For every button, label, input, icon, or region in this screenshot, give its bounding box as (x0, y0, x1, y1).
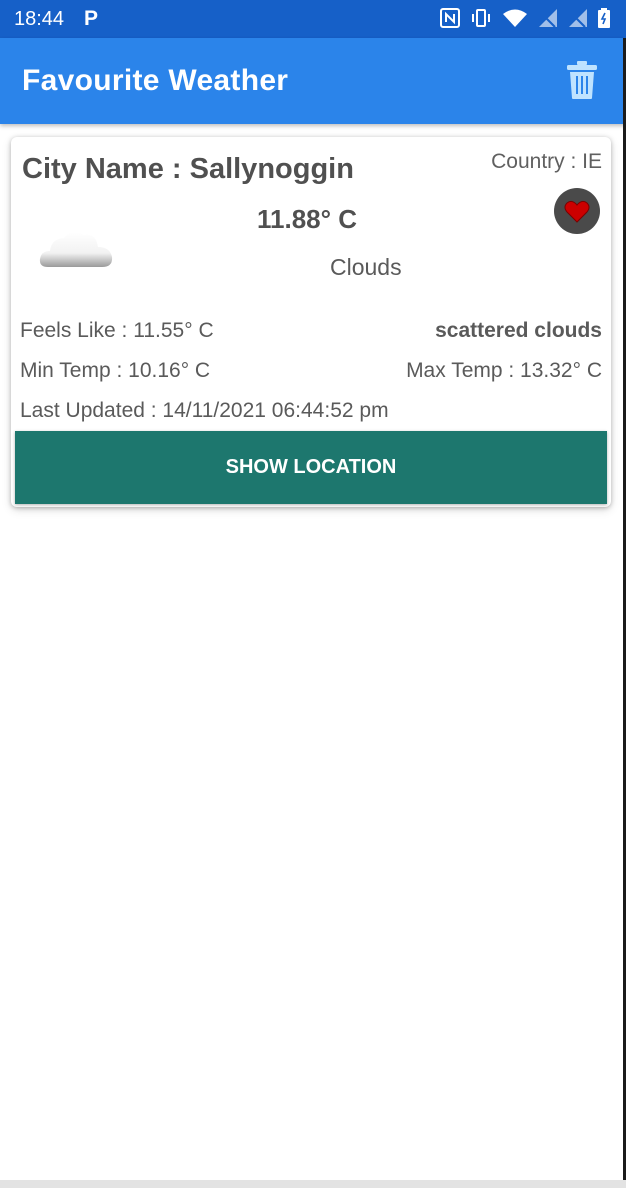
weather-condition: Clouds (330, 254, 402, 280)
parking-notification-icon: P (84, 7, 99, 30)
min-temp: Min Temp : 10.16° C (20, 359, 211, 382)
status-bar: 18:44 P (0, 0, 626, 38)
battery-icon (598, 8, 610, 28)
favourite-button[interactable] (554, 188, 600, 234)
status-time: 18:44 (14, 8, 65, 30)
favourite-weather-card: City Name : Sallynoggin Country : IE 11.… (11, 137, 611, 507)
delete-all-button[interactable] (566, 60, 598, 100)
signal-icon (539, 9, 557, 28)
max-temp: Max Temp : 13.32° C (406, 359, 602, 382)
bottom-edge (0, 1180, 626, 1188)
temperature: 11.88° C (257, 204, 358, 234)
city-name: City Name : Sallynoggin (22, 153, 354, 185)
app-bar: Favourite Weather (0, 38, 626, 124)
country-label: Country : IE (491, 150, 602, 173)
last-updated: Last Updated : 14/11/2021 06:44:52 pm (20, 399, 389, 422)
trash-icon (567, 61, 597, 99)
nfc-icon (440, 8, 460, 28)
app-title: Favourite Weather (22, 64, 289, 97)
heart-icon (564, 200, 590, 223)
cloud-icon (39, 232, 113, 267)
weather-description: scattered clouds (435, 319, 602, 342)
status-icons (440, 8, 610, 28)
show-location-button[interactable]: SHOW LOCATION (15, 431, 607, 504)
vibrate-icon (472, 9, 490, 27)
signal-icon (569, 9, 587, 28)
feels-like: Feels Like : 11.55° C (20, 319, 214, 342)
wifi-icon (503, 9, 527, 27)
